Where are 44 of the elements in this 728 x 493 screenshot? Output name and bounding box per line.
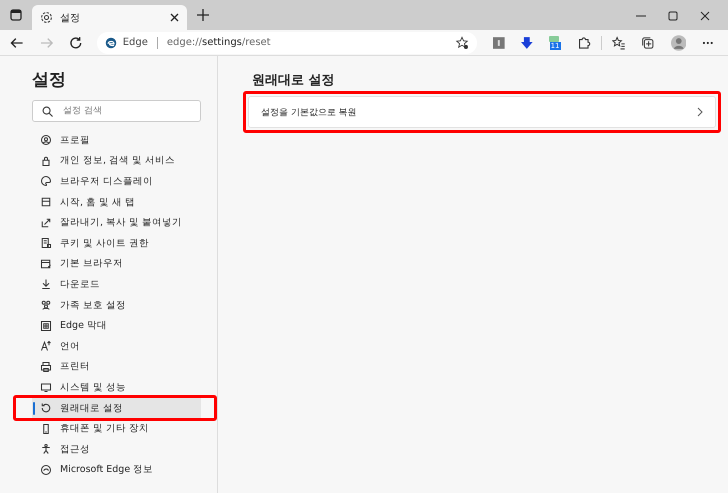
sidebar-item[interactable]: 개인 정보, 검색 및 서비스 [32,150,201,172]
tab-title: 설정 [60,12,81,24]
sidebar-item[interactable]: 프린터 [32,356,201,378]
more-icon[interactable] [702,40,714,44]
sidebar-item[interactable]: 가족 보호 설정 [32,294,201,316]
back-icon[interactable] [10,36,24,50]
browser-tab[interactable]: 설정 [32,5,187,30]
sidebar-item[interactable]: 브라우저 디스플레이 [32,171,201,192]
collections-icon[interactable] [641,36,655,50]
sidebar-item[interactable]: 원래대로 설정 [32,398,201,418]
search-field[interactable]: 설정 검색 [32,100,201,122]
sidebar-title: 설정 [32,69,67,92]
edge-logo-icon [104,36,117,48]
chevron-icon [697,107,703,117]
extension-icon[interactable] [493,36,505,48]
sidebar-item[interactable]: 언어 [32,336,201,357]
favorites-icon[interactable] [612,36,626,50]
site-label: Edge [122,37,148,48]
sidebar-item[interactable]: 다운로드 [32,274,201,295]
refresh-icon[interactable] [69,36,83,50]
sidebar-item[interactable]: Edge 막대 [32,315,201,336]
down-arrow-icon[interactable] [520,36,533,48]
url-text: edge://settings/reset [166,37,271,48]
sidebar-item[interactable]: 쿠키 및 사이트 권한 [32,232,201,254]
settings-icon [40,11,53,24]
new-tab-icon[interactable] [197,9,209,21]
sidebar-item[interactable]: Microsoft Edge 정보 [32,460,201,480]
tab-actions-icon[interactable] [10,9,22,21]
close-icon[interactable] [170,13,179,22]
sidebar-item[interactable]: 시작, 홈 및 새 탭 [32,192,201,212]
close-icon[interactable] [700,11,710,21]
sidebar-item[interactable]: 기본 브라우저 [32,254,201,274]
page-title: 원래대로 설정 [252,72,336,90]
sidebar-item[interactable]: 접근성 [32,438,201,460]
sidebar-item[interactable]: 프로필 [32,130,201,151]
maximize-icon[interactable] [668,11,678,21]
favorite-add-icon[interactable] [455,36,470,50]
avatar-icon[interactable] [670,34,686,50]
address-bar[interactable]: Edge edge://settings/reset [96,32,478,54]
reset-option[interactable]: 설정을 기본값으로 복원 [248,96,716,128]
sidebar-item[interactable]: 시스템 및 성능 [32,377,201,398]
sidebar-item[interactable]: 휴대폰 및 기타 장치 [32,418,201,439]
sidebar-item[interactable]: 잘라내기, 복사 및 붙여넣기 [32,212,201,233]
puzzle-icon[interactable] [577,36,591,50]
